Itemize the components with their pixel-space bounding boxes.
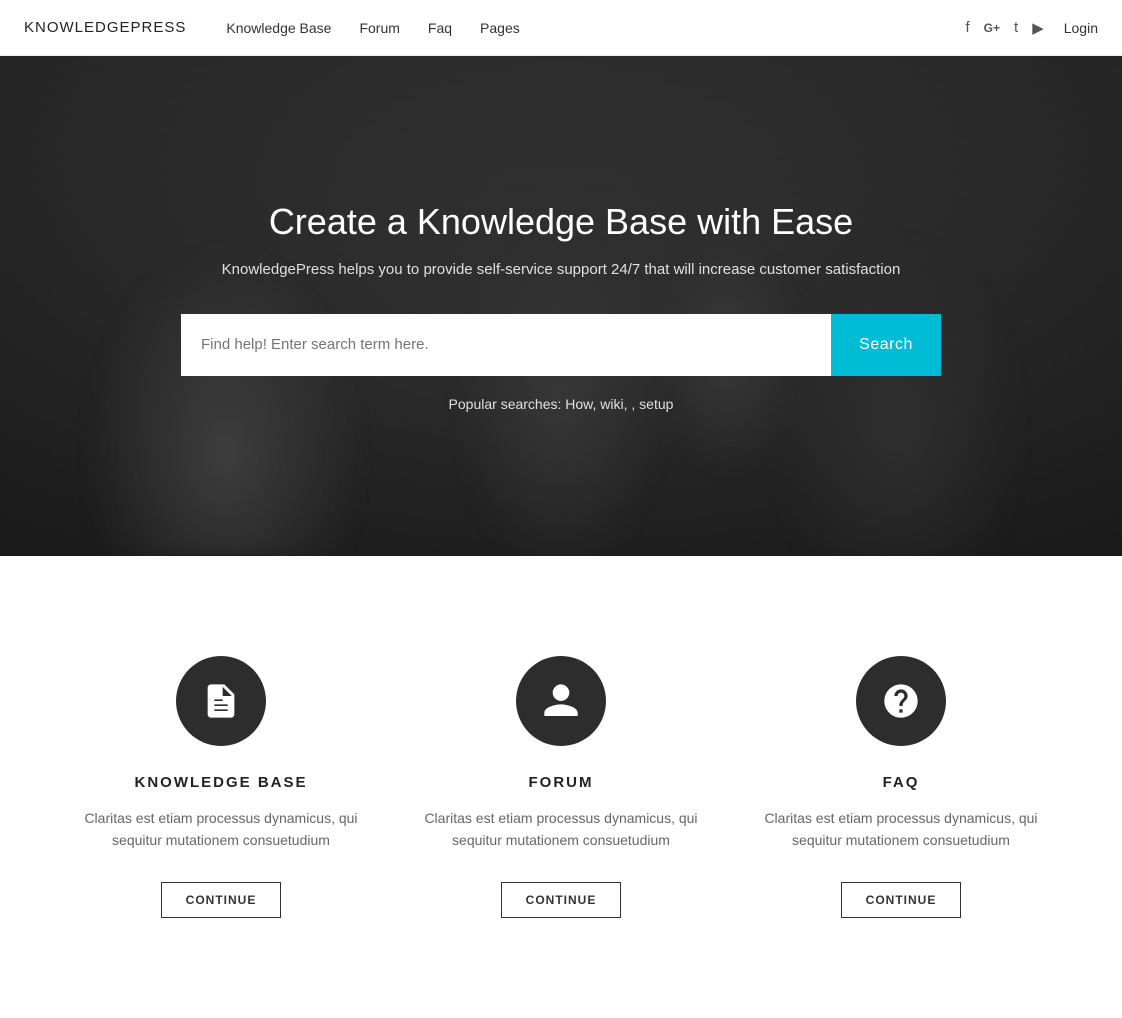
person-icon	[516, 656, 606, 746]
facebook-icon[interactable]: f	[966, 19, 970, 36]
hero-section: Create a Knowledge Base with Ease Knowle…	[0, 56, 1122, 556]
feature-continue-button-0[interactable]: CONTINUE	[161, 882, 282, 918]
nav-faq[interactable]: Faq	[428, 20, 452, 36]
hero-content: Create a Knowledge Base with Ease Knowle…	[161, 201, 961, 412]
nav-pages[interactable]: Pages	[480, 20, 520, 36]
brand-logo[interactable]: KNOWLEDGEPRESS	[24, 19, 186, 36]
hero-title: Create a Knowledge Base with Ease	[181, 201, 941, 243]
twitter-icon[interactable]: t	[1014, 19, 1018, 36]
feature-knowledge-base: KNOWLEDGE BASE Claritas est etiam proces…	[51, 636, 391, 938]
feature-faq: FAQ Claritas est etiam processus dynamic…	[731, 636, 1071, 938]
feature-desc-0: Claritas est etiam processus dynamicus, …	[81, 807, 361, 852]
feature-title-0: KNOWLEDGE BASE	[134, 774, 307, 791]
feature-desc-2: Claritas est etiam processus dynamicus, …	[761, 807, 1041, 852]
search-button[interactable]: Search	[831, 314, 941, 376]
nav-knowledge-base[interactable]: Knowledge Base	[226, 20, 331, 36]
feature-title-1: FORUM	[529, 774, 594, 791]
nav-links: Knowledge Base Forum Faq Pages	[226, 20, 965, 36]
search-input[interactable]	[181, 314, 831, 376]
google-plus-icon[interactable]: G+	[984, 21, 1000, 35]
search-bar: Search	[181, 314, 941, 376]
feature-forum: FORUM Claritas est etiam processus dynam…	[391, 636, 731, 938]
question-icon	[856, 656, 946, 746]
feature-continue-button-1[interactable]: CONTINUE	[501, 882, 622, 918]
login-link[interactable]: Login	[1064, 20, 1098, 36]
feature-desc-1: Claritas est etiam processus dynamicus, …	[421, 807, 701, 852]
hero-subtitle: KnowledgePress helps you to provide self…	[181, 261, 941, 278]
social-icons: f G+ t ▶	[966, 19, 1044, 37]
youtube-icon[interactable]: ▶	[1032, 19, 1044, 37]
nav-forum[interactable]: Forum	[359, 20, 399, 36]
navbar: KNOWLEDGEPRESS Knowledge Base Forum Faq Pag…	[0, 0, 1122, 56]
feature-title-2: FAQ	[883, 774, 920, 791]
features-section: KNOWLEDGE BASE Claritas est etiam proces…	[0, 556, 1122, 1018]
document-icon	[176, 656, 266, 746]
popular-searches: Popular searches: How, wiki, , setup	[181, 396, 941, 412]
feature-continue-button-2[interactable]: CONTINUE	[841, 882, 962, 918]
